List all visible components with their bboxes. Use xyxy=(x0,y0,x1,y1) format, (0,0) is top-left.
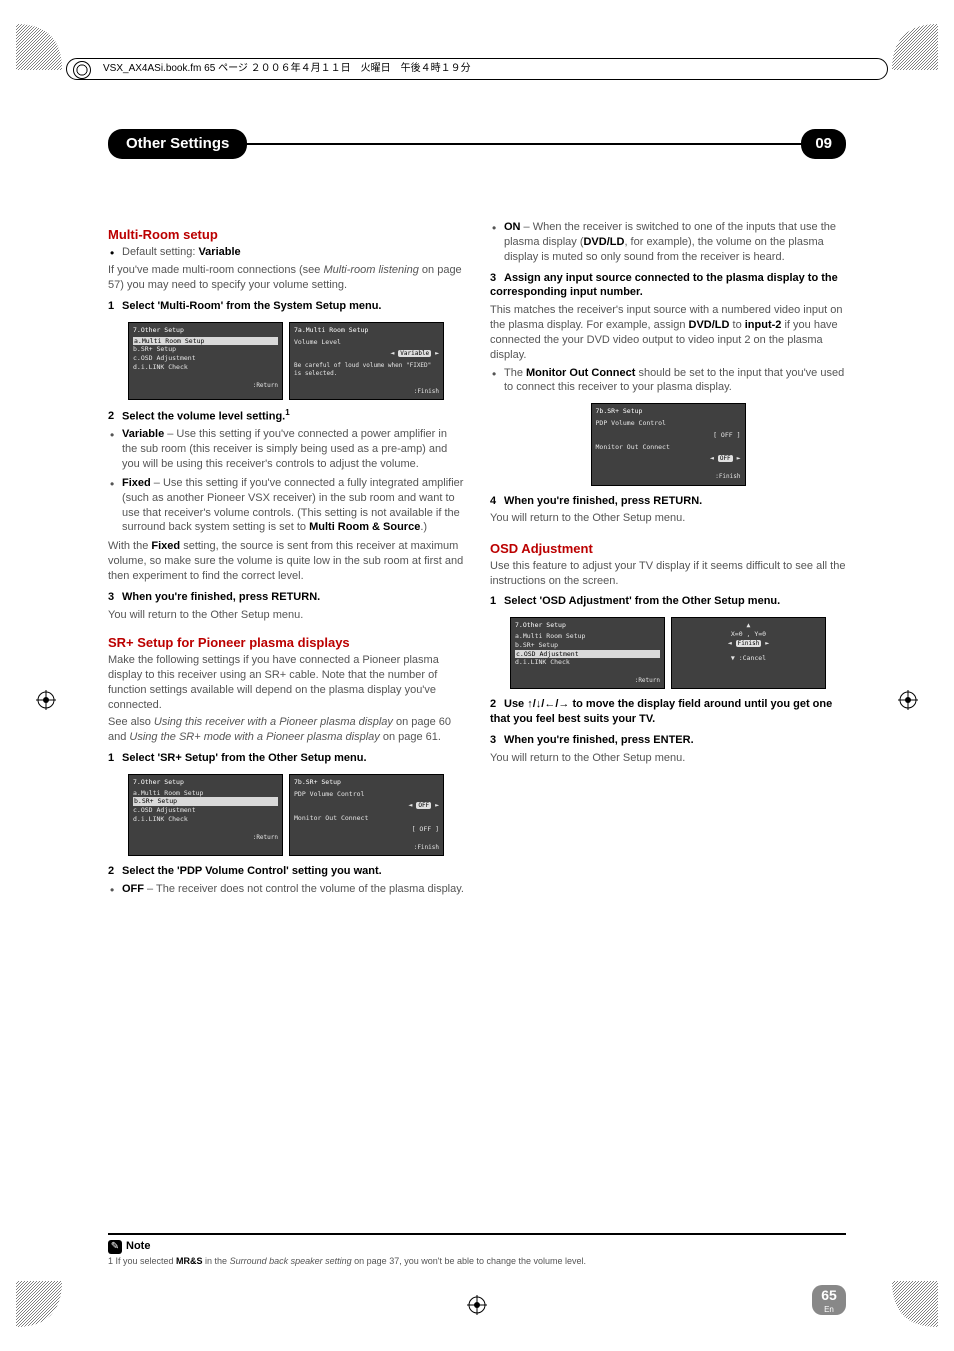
return-text-1: You will return to the Other Setup menu. xyxy=(108,608,464,623)
bullet-off: OFF – The receiver does not control the … xyxy=(108,882,464,897)
bullet-variable: Variable – Use this setting if you've co… xyxy=(108,427,464,472)
osd-single-1: 7b.SR+ Setup PDP Volume Control [ OFF ] … xyxy=(490,403,846,485)
osd-pair-3: 7.Other Setup a.Multi Room Setup b.SR+ S… xyxy=(490,617,846,689)
default-setting-line: Default setting: Variable xyxy=(108,245,464,260)
header-rule xyxy=(247,143,801,145)
reg-mark-left xyxy=(36,690,56,710)
return-text-2: You will return to the Other Setup menu. xyxy=(490,511,846,526)
osd-step-2: 2Use ↑/↓/←/→ to move the display field a… xyxy=(490,697,846,727)
return-text-3: You will return to the Other Setup menu. xyxy=(490,751,846,766)
chapter-header: Other Settings 09 xyxy=(108,130,846,158)
reg-mark-right xyxy=(898,690,918,710)
step-3: 3When you're finished, press RETURN. xyxy=(108,590,464,605)
bullet-fixed: Fixed – Use this setting if you've conne… xyxy=(108,476,464,535)
reg-mark-bottom xyxy=(467,1295,487,1315)
sr-intro: Make the following settings if you have … xyxy=(108,653,464,712)
heading-osd: OSD Adjustment xyxy=(490,540,846,558)
note-label: Note xyxy=(126,1240,150,1252)
osd-step-3: 3When you're finished, press ENTER. xyxy=(490,733,846,748)
chapter-title: Other Settings xyxy=(108,129,247,159)
heading-multiroom: Multi-Room setup xyxy=(108,226,464,244)
heading-srplus: SR+ Setup for Pioneer plasma displays xyxy=(108,634,464,652)
sr-step-2: 2Select the 'PDP Volume Control' setting… xyxy=(108,864,464,879)
osd-pair-2: 7.Other Setup a.Multi Room Setup b.SR+ S… xyxy=(108,774,464,856)
crop-mark-bl xyxy=(16,1281,62,1327)
osd-adjust-display: ▲ X=0 , Y=0 ◄ Finish ► ▼ :Cancel xyxy=(671,617,826,689)
footnote: ✎ Note 1 If you selected MR&S in the Surr… xyxy=(108,1233,846,1269)
r-step-3: 3Assign any input source connected to th… xyxy=(490,271,846,301)
left-column: Multi-Room setup Default setting: Variab… xyxy=(108,220,464,1231)
book-file-text: VSX_AX4ASi.book.fm 65 ページ ２００６年４月１１日 火曜日… xyxy=(103,62,471,76)
bullet-on: ON – When the receiver is switched to on… xyxy=(490,220,846,265)
sr-step-1: 1Select 'SR+ Setup' from the Other Setup… xyxy=(108,751,464,766)
sr-seealso: See also Using this receiver with a Pion… xyxy=(108,715,464,745)
osd-step-1: 1Select 'OSD Adjustment' from the Other … xyxy=(490,594,846,609)
osd-intro: Use this feature to adjust your TV displ… xyxy=(490,559,846,589)
right-column: ON – When the receiver is switched to on… xyxy=(490,220,846,1231)
osd-multiroom-setup: 7a.Multi Room Setup Volume Level ◄ Varia… xyxy=(289,322,444,400)
osd-sr-setup-2: 7b.SR+ Setup PDP Volume Control [ OFF ] … xyxy=(591,403,746,485)
r-step-4: 4When you're finished, press RETURN. xyxy=(490,494,846,509)
osd-other-setup-2: 7.Other Setup a.Multi Room Setup b.SR+ S… xyxy=(128,774,283,856)
step-2: 2Select the volume level setting.1 xyxy=(108,408,464,425)
multiroom-intro: If you've made multi-room connections (s… xyxy=(108,263,464,293)
crop-mark-br xyxy=(892,1281,938,1327)
osd-pair-1: 7.Other Setup a.Multi Room Setup b.SR+ S… xyxy=(108,322,464,400)
osd-other-setup: 7.Other Setup a.Multi Room Setup b.SR+ S… xyxy=(128,322,283,400)
footnote-text: 1 If you selected MR&S in the Surround b… xyxy=(108,1256,586,1266)
content-area: Multi-Room setup Default setting: Variab… xyxy=(108,220,846,1231)
book-file-tag: VSX_AX4ASi.book.fm 65 ページ ２００６年４月１１日 火曜日… xyxy=(66,58,888,80)
step-1: 1Select 'Multi-Room' from the System Set… xyxy=(108,299,464,314)
page-number: 65 En xyxy=(812,1285,846,1315)
bullet-monitor: The Monitor Out Connect should be set to… xyxy=(490,366,846,396)
note-icon: ✎ xyxy=(108,1240,122,1254)
crop-mark-tl xyxy=(16,24,62,70)
osd-sr-setup: 7b.SR+ Setup PDP Volume Control ◄ OFF ► … xyxy=(289,774,444,856)
crop-mark-tr xyxy=(892,24,938,70)
fixed-warning: With the Fixed setting, the source is se… xyxy=(108,539,464,584)
chapter-number: 09 xyxy=(801,129,846,159)
osd-other-setup-3: 7.Other Setup a.Multi Room Setup b.SR+ S… xyxy=(510,617,665,689)
assign-text: This matches the receiver's input source… xyxy=(490,303,846,362)
